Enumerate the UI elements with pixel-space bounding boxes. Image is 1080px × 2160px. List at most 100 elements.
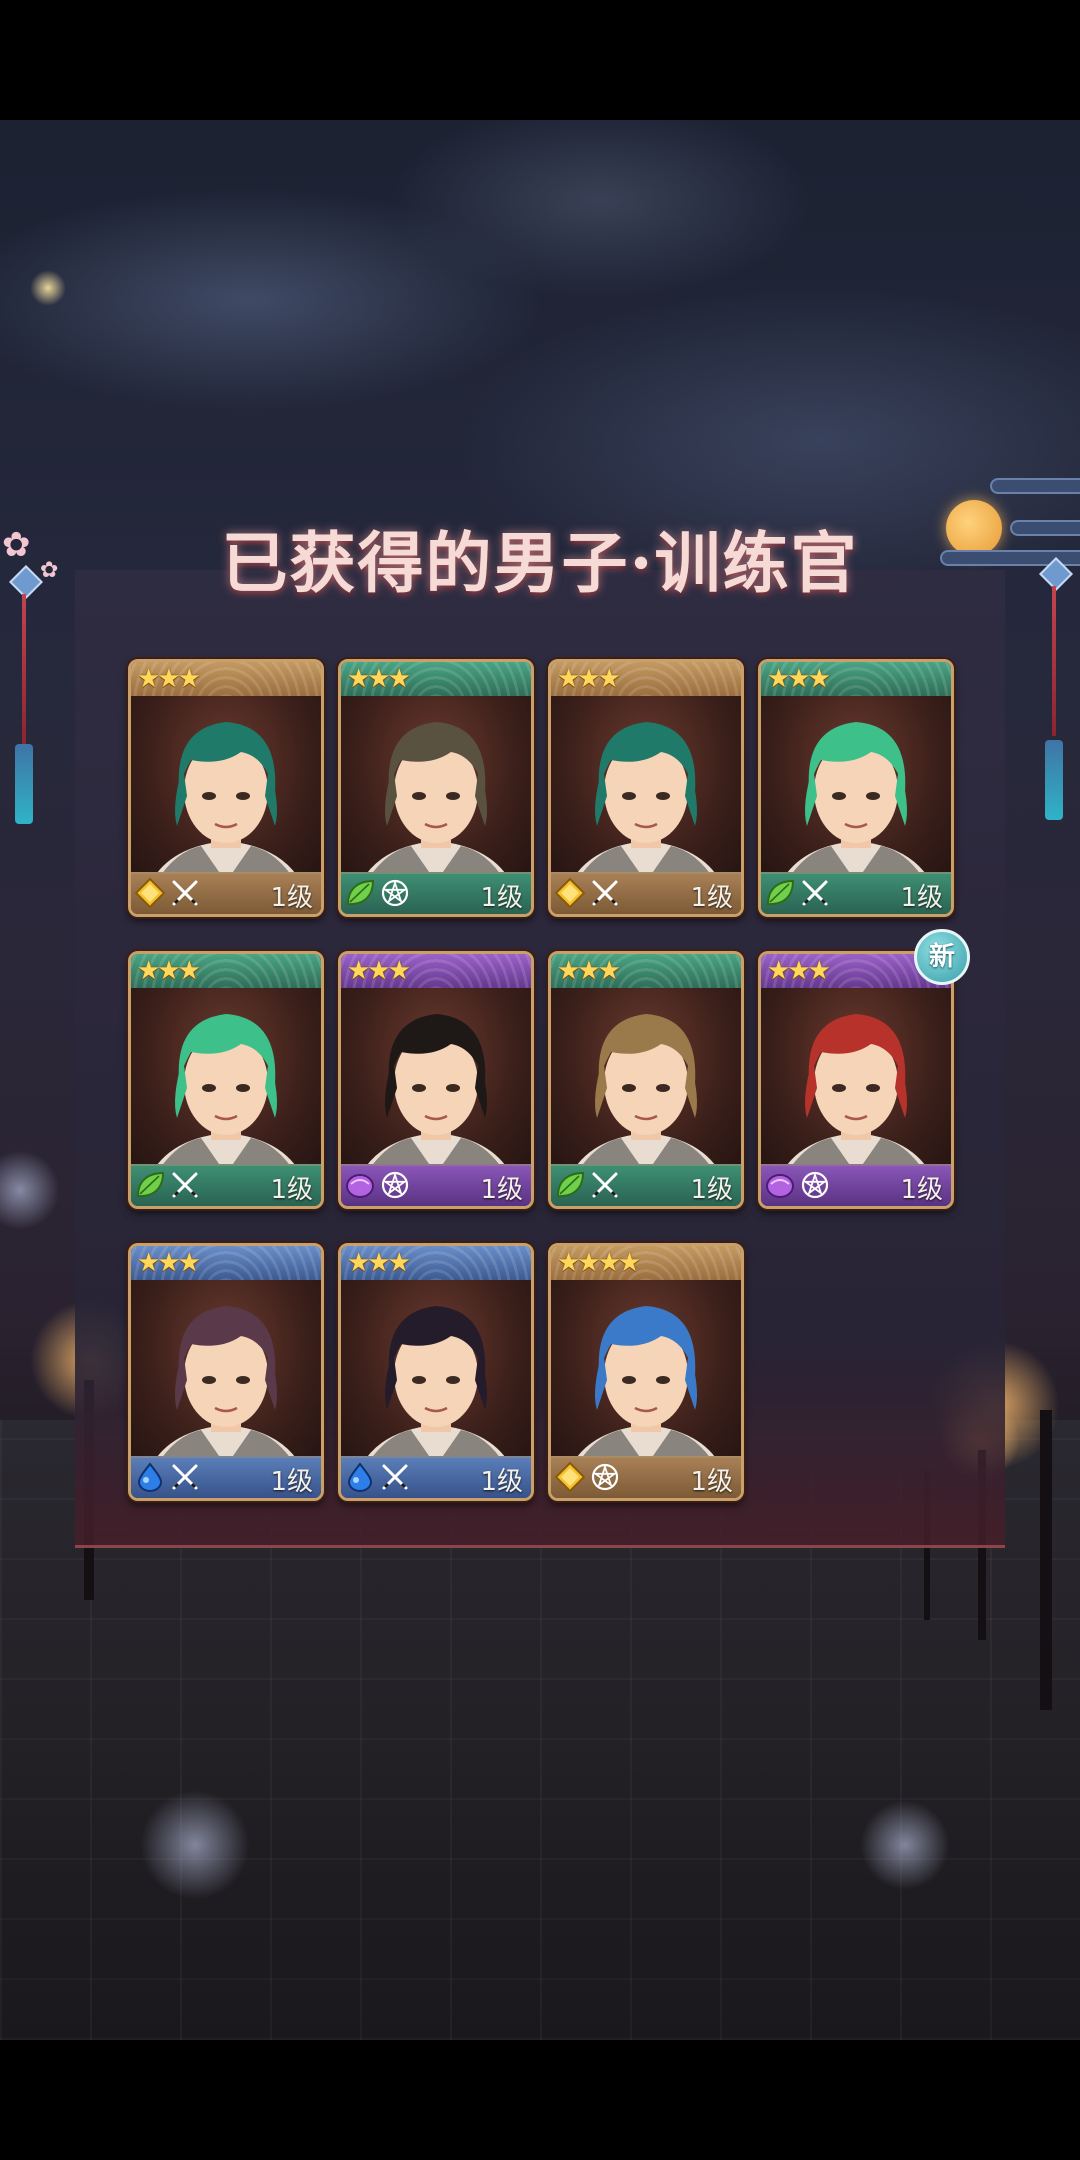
character-card[interactable]: ★★★ 1级 [128,1243,324,1501]
star-rating: ★★★ [557,956,621,986]
cloud-ornament [990,478,1080,494]
card-rarity-bar: ★★★ [551,954,741,990]
card-info-bar: 1级 [761,872,951,914]
diamond-gold-icon [134,877,166,909]
level-label: 1级 [900,1175,943,1205]
level-label: 1级 [270,883,313,913]
character-portrait [131,1280,321,1466]
character-card[interactable]: ★★★ 1级 [338,1243,534,1501]
light-orb [140,1790,250,1900]
level-label: 1级 [270,1175,313,1205]
pentagram-icon [381,1171,409,1199]
level-label: 1级 [690,1467,733,1497]
card-info-bar: 1级 [131,1456,321,1498]
star-rating: ★★★ [557,664,621,694]
game-screen: ✿ ✿ 已获得的男子·训练官 ★★★ 1级 ★★★ 1级 ★★★ 1级 ★★★ 1级 ★★★ 1级… [0,0,1080,2160]
level-label: 1级 [480,883,523,913]
card-info-bar: 1级 [131,872,321,914]
character-portrait [341,988,531,1174]
leaf-icon [135,1170,165,1200]
crossed-swords-icon [801,879,829,907]
character-portrait [551,988,741,1174]
character-card[interactable]: ★★★ 1级 [128,659,324,917]
star-rating: ★★★ [767,664,831,694]
character-card[interactable]: ★★★ 1级 [758,659,954,917]
card-rarity-bar: ★★★ [551,662,741,698]
pentagram-icon [591,1463,619,1491]
crossed-swords-icon [591,879,619,907]
card-info-bar: 1级 [551,1456,741,1498]
character-portrait [131,696,321,882]
star-rating: ★★★ [347,664,411,694]
diamond-gold-icon [554,1461,586,1493]
crossed-swords-icon [171,1463,199,1491]
card-info-bar: 1级 [341,872,531,914]
leaf-icon [555,1170,585,1200]
character-card[interactable]: ★★★ 1级 [548,659,744,917]
card-rarity-bar: ★★★ [131,1246,321,1282]
card-rarity-bar: ★★★ [761,662,951,698]
character-portrait [761,988,951,1174]
card-info-bar: 1级 [551,1164,741,1206]
star-rating: ★★★ [767,956,831,986]
character-card[interactable]: ★★★ 1级 [338,951,534,1209]
character-card[interactable]: ★★★★ 1级 [548,1243,744,1501]
water-drop-icon [345,1462,375,1492]
card-rarity-bar: ★★★ [341,954,531,990]
tassel-ornament [15,744,33,824]
tassel-ornament [1045,740,1063,820]
page-title: 已获得的男子·训练官 [221,524,859,602]
level-label: 1级 [480,1175,523,1205]
card-info-bar: 1级 [341,1164,531,1206]
pentagram-icon [801,1171,829,1199]
card-rarity-bar: ★★★★ [551,1246,741,1282]
level-label: 1级 [690,883,733,913]
level-label: 1级 [480,1467,523,1497]
crystal-purple-icon [345,1170,375,1200]
character-portrait [551,696,741,882]
character-card[interactable]: ★★★ 1级 [128,951,324,1209]
star-rating: ★★★ [137,1248,201,1278]
crossed-swords-icon [591,1171,619,1199]
character-portrait [761,696,951,882]
star-rating: ★★★ [347,956,411,986]
level-label: 1级 [270,1467,313,1497]
character-card[interactable]: ★★★ 1级 [338,659,534,917]
leaf-icon [345,878,375,908]
card-info-bar: 1级 [551,872,741,914]
water-drop-icon [135,1462,165,1492]
star-rating: ★★★ [347,1248,411,1278]
leaf-icon [765,878,795,908]
character-portrait [131,988,321,1174]
character-portrait [551,1280,741,1466]
character-card[interactable]: ★★★ 1级 [548,951,744,1209]
character-portrait [341,696,531,882]
lantern-post [1040,1410,1052,1710]
star-rating: ★★★ [137,956,201,986]
card-rarity-bar: ★★★ [131,954,321,990]
crossed-swords-icon [381,1463,409,1491]
card-info-bar: 1级 [131,1164,321,1206]
card-rarity-bar: ★★★ [131,662,321,698]
hanging-cord [1052,586,1056,736]
crystal-purple-icon [765,1170,795,1200]
new-badge: 新 [914,929,970,985]
character-portrait [341,1280,531,1466]
light-orb [0,1150,60,1230]
light-orb [860,1800,950,1890]
firefly [30,270,66,306]
card-rarity-bar: ★★★ [341,1246,531,1282]
character-card[interactable]: ★★★ 1级 [758,951,954,1209]
pentagram-icon [381,879,409,907]
star-rating: ★★★★ [557,1248,641,1278]
hanging-cord [22,594,26,744]
card-rarity-bar: ★★★ [341,662,531,698]
card-info-bar: 1级 [341,1456,531,1498]
level-label: 1级 [690,1175,733,1205]
star-rating: ★★★ [137,664,201,694]
level-label: 1级 [900,883,943,913]
card-info-bar: 1级 [761,1164,951,1206]
diamond-gold-icon [554,877,586,909]
crossed-swords-icon [171,879,199,907]
crossed-swords-icon [171,1171,199,1199]
